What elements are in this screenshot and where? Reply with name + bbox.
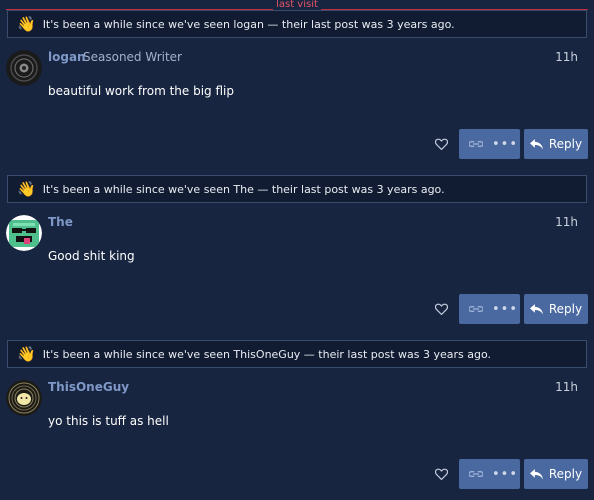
post-actions: ••• Reply [0, 129, 594, 159]
ellipsis-icon: ••• [491, 466, 518, 482]
username[interactable]: ThisOneGuy [48, 380, 129, 394]
notice-text: It's been a while since we've seen logan… [42, 17, 455, 31]
notice-text: It's been a while since we've seen The —… [42, 182, 445, 196]
link-icon [467, 135, 484, 154]
post-actions: ••• Reply [0, 294, 594, 324]
heart-icon[interactable] [432, 300, 450, 318]
link-icon [467, 300, 484, 319]
notice-text: It's been a while since we've seen ThisO… [42, 347, 492, 361]
more-options-button[interactable]: ••• [490, 294, 520, 324]
username[interactable]: logan [48, 50, 86, 64]
more-options-button[interactable]: ••• [490, 459, 520, 489]
reply-label: Reply [548, 467, 583, 481]
avatar[interactable] [6, 50, 42, 86]
reply-label: Reply [548, 302, 583, 316]
reply-button[interactable]: Reply [524, 459, 588, 489]
post-time[interactable]: 11h [555, 215, 578, 229]
avatar[interactable] [6, 380, 42, 416]
avatar[interactable] [6, 215, 42, 251]
ellipsis-icon: ••• [491, 301, 518, 317]
username[interactable]: The [48, 215, 73, 229]
ellipsis-icon: ••• [491, 136, 518, 152]
inactive-user-notice: 👋 It's been a while since we've seen log… [7, 10, 587, 38]
link-icon [467, 465, 484, 484]
inactive-user-notice: 👋 It's been a while since we've seen The… [7, 175, 587, 203]
waving-hand-icon: 👋 [17, 344, 36, 363]
reply-arrow-icon [529, 468, 543, 479]
user-title: Seasoned Writer [83, 50, 182, 64]
reply-button[interactable]: Reply [524, 129, 588, 159]
post-body: beautiful work from the big flip [48, 84, 234, 98]
heart-icon[interactable] [432, 465, 450, 483]
post-time[interactable]: 11h [555, 380, 578, 394]
post-actions: ••• Reply [0, 459, 594, 489]
more-options-button[interactable]: ••• [490, 129, 520, 159]
reply-button[interactable]: Reply [524, 294, 588, 324]
heart-icon[interactable] [432, 135, 450, 153]
reply-arrow-icon [529, 138, 543, 149]
reply-arrow-icon [529, 303, 543, 314]
waving-hand-icon: 👋 [17, 179, 36, 198]
post-body: yo this is tuff as hell [48, 414, 169, 428]
inactive-user-notice: 👋 It's been a while since we've seen Thi… [7, 340, 587, 368]
post-time[interactable]: 11h [555, 50, 578, 64]
waving-hand-icon: 👋 [17, 14, 36, 33]
post-body: Good shit king [48, 249, 135, 263]
reply-label: Reply [548, 137, 583, 151]
